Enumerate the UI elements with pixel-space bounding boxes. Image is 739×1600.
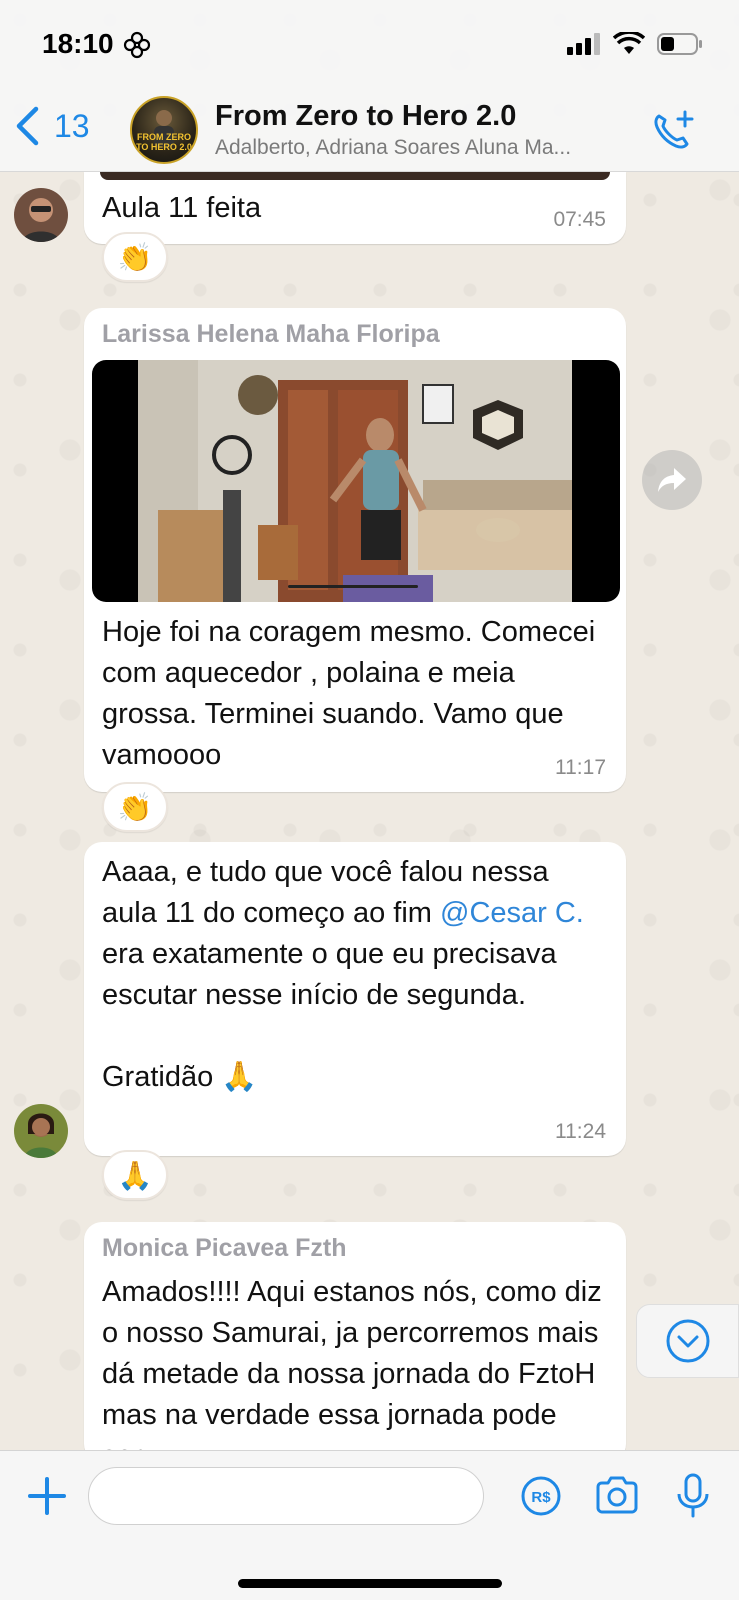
unread-count: 13 bbox=[54, 107, 90, 144]
status-indicators bbox=[567, 32, 703, 56]
message-bubble[interactable]: Monica Picavea Fzth Amados!!!! Aqui esta… bbox=[84, 1222, 626, 1472]
composer-bar: R$ bbox=[0, 1450, 739, 1600]
message-time: 11:24 bbox=[555, 1120, 606, 1143]
scroll-to-bottom-button[interactable] bbox=[636, 1304, 739, 1378]
message-text: Aaaa, e tudo que você falou nessa aula 1… bbox=[102, 852, 602, 1098]
chevron-left-icon bbox=[16, 106, 39, 146]
message-bubble[interactable]: Aaaa, e tudo que você falou nessa aula 1… bbox=[84, 842, 626, 1156]
group-avatar-text: FROM ZERO TO HERO 2.0 bbox=[136, 132, 192, 152]
add-call-icon[interactable] bbox=[649, 108, 695, 154]
sender-avatar[interactable] bbox=[14, 1104, 68, 1158]
group-title[interactable]: From Zero to Hero 2.0 bbox=[215, 100, 516, 133]
group-avatar[interactable]: FROM ZERO TO HERO 2.0 bbox=[130, 96, 198, 164]
message-time: 11:17 bbox=[555, 756, 606, 779]
message-text: Amados!!!! Aqui estanos nós, como diz o … bbox=[102, 1276, 602, 1472]
message-bubble[interactable]: Larissa Helena Maha Floripa Hoje foi na … bbox=[84, 308, 626, 792]
group-participants[interactable]: Adalberto, Adriana Soares Aluna Ma... bbox=[215, 136, 615, 160]
plus-icon[interactable] bbox=[22, 1471, 72, 1521]
camera-icon[interactable] bbox=[592, 1471, 642, 1521]
message-text: Aula 11 feita bbox=[102, 192, 262, 224]
sender-name: Monica Picavea Fzth bbox=[102, 1234, 347, 1262]
microphone-icon[interactable] bbox=[668, 1471, 718, 1521]
sender-avatar[interactable] bbox=[14, 188, 68, 242]
back-button[interactable]: 13 bbox=[14, 106, 90, 146]
wifi-icon bbox=[613, 32, 645, 54]
reaction-badge[interactable]: 👏 bbox=[102, 782, 168, 832]
message-text-part: era exatamente o que eu precisava escuta… bbox=[102, 938, 557, 1093]
battery-icon bbox=[657, 33, 702, 55]
message-time: 07:45 bbox=[553, 208, 606, 231]
message-text: Hoje foi na coragem mesmo. Comecei com a… bbox=[102, 616, 596, 771]
payment-icon[interactable]: R$ bbox=[516, 1471, 566, 1521]
forward-icon bbox=[658, 468, 686, 492]
chevron-down-circle-icon bbox=[666, 1319, 709, 1363]
signal-icon bbox=[567, 33, 600, 55]
image-preview-edge bbox=[100, 172, 610, 180]
mention-link[interactable]: @Cesar C. bbox=[440, 897, 584, 929]
reaction-badge[interactable]: 👏 bbox=[102, 232, 168, 282]
message-input[interactable] bbox=[88, 1467, 484, 1525]
video-thumbnail[interactable] bbox=[92, 360, 620, 602]
sender-name: Larissa Helena Maha Floripa bbox=[102, 320, 440, 348]
svg-text:R$: R$ bbox=[531, 1489, 551, 1506]
status-time: 18:10 bbox=[42, 28, 114, 59]
chat-header: 18:10 13 FROM ZERO TO HERO 2.0 From Zero… bbox=[0, 0, 739, 172]
video-scene bbox=[138, 360, 572, 602]
message-bubble[interactable]: Aula 11 feita 07:45 bbox=[84, 172, 626, 244]
reaction-badge[interactable]: 🙏 bbox=[102, 1150, 168, 1200]
forward-button[interactable] bbox=[642, 450, 702, 510]
focus-flower-icon bbox=[123, 31, 151, 59]
home-indicator bbox=[238, 1579, 502, 1588]
